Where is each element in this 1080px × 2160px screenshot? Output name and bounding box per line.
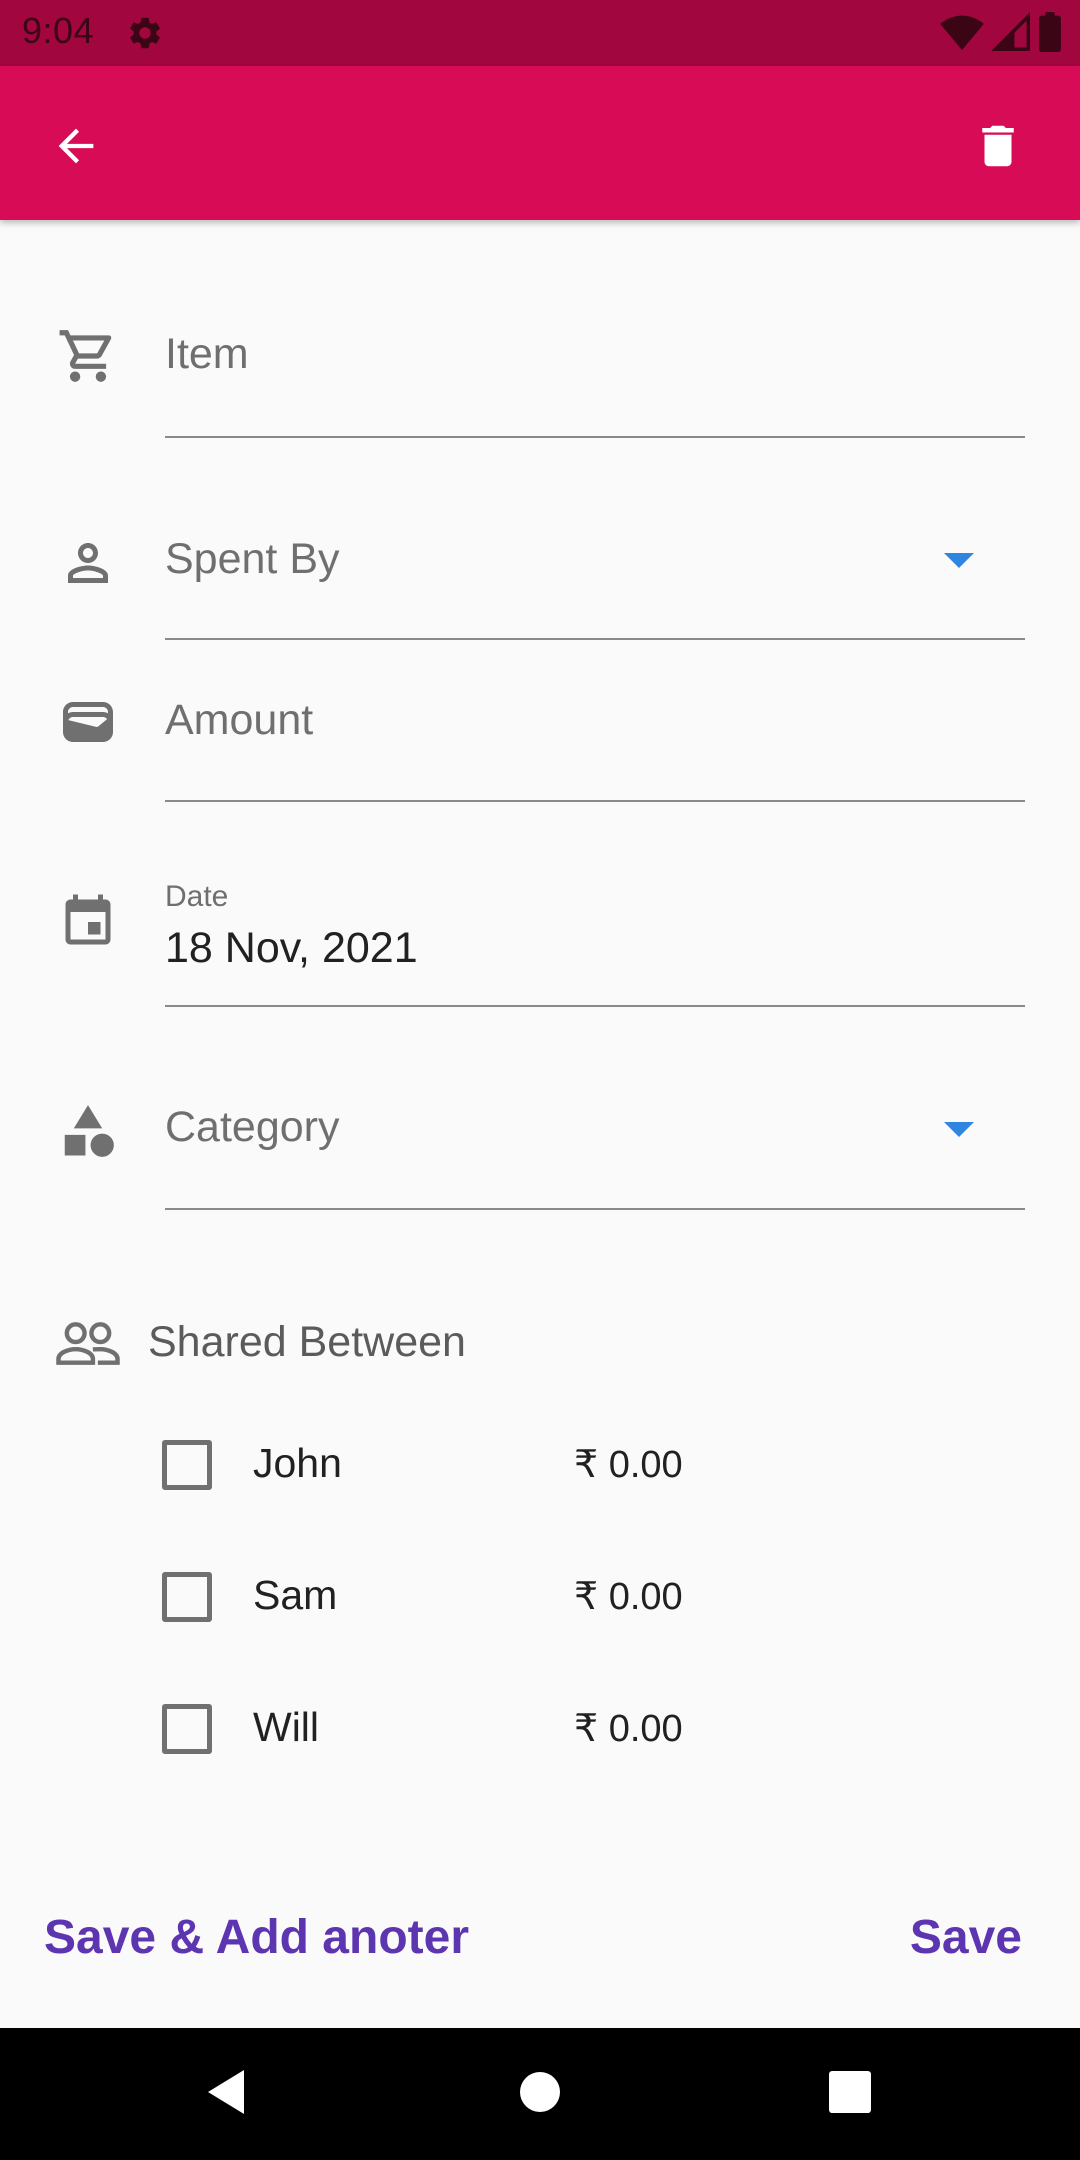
arrow-back-icon <box>50 120 102 177</box>
save-and-add-another-button[interactable]: Save & Add anoter <box>44 1910 469 1965</box>
home-circle-icon <box>518 2070 562 2119</box>
spent-by-underline <box>165 638 1025 640</box>
member-name: Sam <box>253 1572 338 1618</box>
member-checkbox-will[interactable] <box>162 1704 212 1754</box>
back-button[interactable] <box>34 106 118 190</box>
date-underline <box>165 1005 1025 1007</box>
spent-by-select[interactable]: Spent By <box>165 535 340 584</box>
amount-field-row: Amount <box>0 680 1080 830</box>
status-time: 9:04 <box>22 10 95 51</box>
spent-by-field-row[interactable]: Spent By <box>0 505 1080 655</box>
amount-underline <box>165 800 1025 802</box>
wifi-icon <box>940 12 984 57</box>
member-checkbox-sam[interactable] <box>162 1572 212 1622</box>
save-button[interactable]: Save <box>910 1910 1022 1965</box>
status-bar: 9:04 <box>0 0 1080 66</box>
nav-home-button[interactable] <box>510 2064 570 2124</box>
back-triangle-icon <box>204 2068 248 2121</box>
amount-input[interactable]: Amount <box>165 696 313 745</box>
member-checkbox-john[interactable] <box>162 1440 212 1490</box>
member-name: Will <box>253 1704 320 1750</box>
spent-by-dropdown-icon[interactable] <box>944 553 974 568</box>
member-amount: ₹ 0.00 <box>574 1576 683 1618</box>
category-field-row[interactable]: Category <box>0 1075 1080 1225</box>
app-bar <box>0 66 1080 220</box>
member-row-will: Will ₹ 0.00 <box>0 1679 1080 1779</box>
item-underline <box>165 436 1025 438</box>
member-name: John <box>253 1440 342 1486</box>
calendar-icon <box>56 890 120 954</box>
date-input[interactable]: 18 Nov, 2021 <box>165 924 418 973</box>
category-underline <box>165 1208 1025 1210</box>
system-nav-bar <box>0 2028 1080 2160</box>
delete-button[interactable] <box>956 106 1040 190</box>
nav-recents-button[interactable] <box>820 2064 880 2124</box>
shared-between-title: Shared Between <box>148 1318 466 1366</box>
member-row-sam: Sam ₹ 0.00 <box>0 1547 1080 1647</box>
category-select[interactable]: Category <box>165 1103 339 1152</box>
cart-icon <box>56 324 120 388</box>
battery-icon <box>1038 11 1062 57</box>
trash-icon <box>971 119 1025 178</box>
people-icon <box>56 1318 120 1373</box>
member-amount: ₹ 0.00 <box>574 1708 683 1750</box>
category-dropdown-icon[interactable] <box>944 1122 974 1137</box>
status-icons <box>940 11 1062 57</box>
settings-gear-icon <box>126 14 164 52</box>
item-input[interactable]: Item <box>165 330 249 379</box>
recents-square-icon <box>829 2070 871 2118</box>
member-amount: ₹ 0.00 <box>574 1444 683 1486</box>
shapes-icon <box>56 1099 120 1163</box>
date-label: Date <box>165 880 229 913</box>
nav-back-button[interactable] <box>196 2064 256 2124</box>
person-icon <box>56 531 120 595</box>
wallet-icon <box>56 690 120 754</box>
cellular-signal-icon <box>991 11 1030 57</box>
item-field-row: Item <box>0 300 1080 450</box>
date-field-row[interactable]: Date 18 Nov, 2021 <box>0 870 1080 1020</box>
member-row-john: John ₹ 0.00 <box>0 1415 1080 1515</box>
